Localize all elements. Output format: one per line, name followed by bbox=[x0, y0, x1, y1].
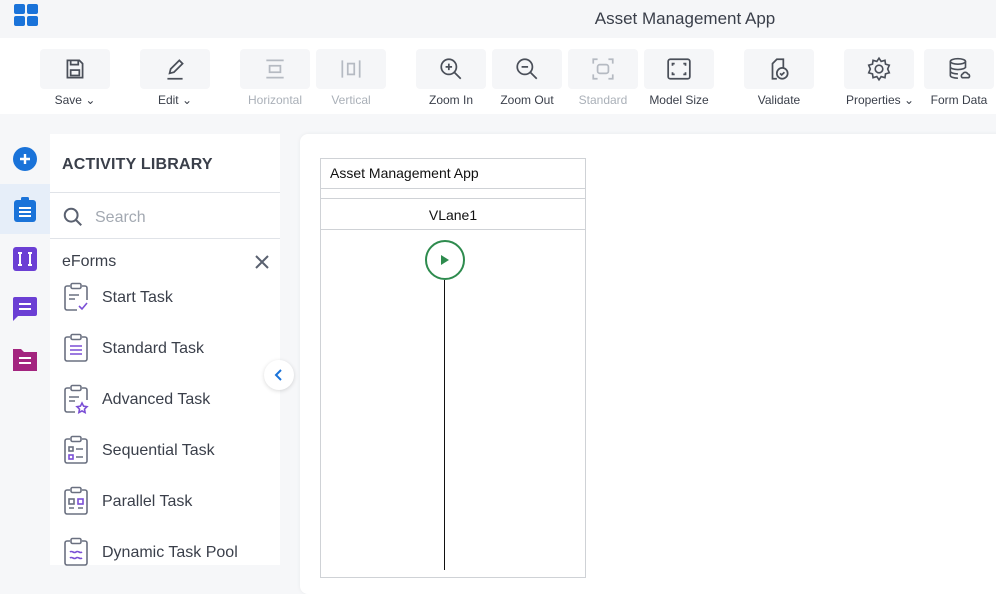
lane-title[interactable]: VLane1 bbox=[321, 199, 585, 230]
folder-icon bbox=[13, 349, 37, 371]
vertical-button[interactable]: Vertical bbox=[316, 49, 386, 107]
zoom-in-icon bbox=[440, 58, 462, 80]
edit-button[interactable]: Edit ⌄ bbox=[140, 49, 210, 107]
pool-title: Asset Management App bbox=[321, 159, 585, 189]
properties-button[interactable]: Properties ⌄ bbox=[844, 49, 916, 107]
rail-add-button[interactable] bbox=[0, 134, 50, 184]
validate-icon bbox=[771, 58, 789, 80]
standard-task-icon bbox=[64, 333, 88, 362]
chat-icon bbox=[13, 297, 37, 321]
validate-button[interactable]: Validate bbox=[744, 49, 814, 107]
library-item-start-task[interactable]: Start Task bbox=[62, 282, 272, 316]
form-data-button[interactable]: Form Data bbox=[924, 49, 994, 107]
play-icon bbox=[441, 255, 449, 265]
dynamic-task-pool-icon bbox=[64, 537, 88, 566]
rail-activity-library-button[interactable] bbox=[0, 184, 50, 234]
database-icon bbox=[949, 57, 971, 80]
standard-icon bbox=[592, 58, 614, 80]
sequence-flow-line bbox=[444, 280, 445, 570]
advanced-task-icon bbox=[64, 384, 89, 414]
rail-text-field-button[interactable] bbox=[0, 234, 50, 284]
library-item-advanced-task[interactable]: Advanced Task bbox=[62, 384, 272, 418]
search-icon bbox=[63, 207, 82, 226]
zoom-out-button[interactable]: Zoom Out bbox=[492, 49, 562, 107]
parallel-task-icon bbox=[64, 486, 88, 515]
save-button[interactable]: Save ⌄ bbox=[40, 49, 110, 107]
edit-icon bbox=[167, 59, 184, 80]
vertical-icon bbox=[341, 60, 361, 78]
toolbar: Save ⌄ Edit ⌄ Horizontal Vertical Zoom I… bbox=[0, 38, 996, 114]
gear-icon bbox=[867, 56, 891, 82]
activity-library-panel: ACTIVITY LIBRARY Search eForms Start Tas… bbox=[50, 134, 280, 566]
rail-documents-button[interactable] bbox=[0, 334, 50, 384]
start-task-icon bbox=[64, 282, 88, 311]
model-size-button[interactable]: Model Size bbox=[644, 49, 714, 107]
zoom-out-icon bbox=[516, 58, 538, 80]
library-title: ACTIVITY LIBRARY bbox=[62, 156, 213, 173]
horizontal-icon bbox=[266, 59, 284, 79]
close-icon[interactable] bbox=[255, 255, 269, 269]
search-input[interactable]: Search bbox=[62, 206, 272, 230]
collapse-panel-button[interactable] bbox=[264, 360, 294, 390]
library-item-parallel-task[interactable]: Parallel Task bbox=[62, 486, 272, 520]
top-bar: Asset Management App bbox=[0, 0, 996, 38]
divider bbox=[50, 238, 280, 239]
standard-button[interactable]: Standard bbox=[568, 49, 638, 107]
chevron-left-icon bbox=[274, 369, 282, 381]
plus-circle-icon bbox=[13, 147, 37, 171]
start-event[interactable] bbox=[425, 240, 465, 280]
clipboard-icon bbox=[14, 197, 36, 222]
left-rail bbox=[0, 134, 50, 565]
divider bbox=[50, 192, 280, 193]
save-icon bbox=[66, 59, 84, 79]
model-size-icon bbox=[667, 58, 691, 80]
process-pool[interactable]: Asset Management App VLane1 bbox=[320, 158, 586, 578]
category-label: eForms bbox=[62, 253, 117, 270]
chevron-down-icon: ⌄ bbox=[181, 93, 193, 107]
pool-header-gap bbox=[321, 189, 585, 199]
library-item-sequential-task[interactable]: Sequential Task bbox=[62, 435, 272, 469]
sequential-task-icon bbox=[64, 435, 88, 464]
rail-comments-button[interactable] bbox=[0, 284, 50, 334]
library-item-dynamic-task-pool[interactable]: Dynamic Task Pool bbox=[62, 537, 272, 571]
horizontal-button[interactable]: Horizontal bbox=[240, 49, 310, 107]
library-item-standard-task[interactable]: Standard Task bbox=[62, 333, 272, 367]
chevron-down-icon: ⌄ bbox=[903, 93, 915, 107]
text-field-icon bbox=[13, 247, 37, 271]
chevron-down-icon: ⌄ bbox=[85, 93, 96, 107]
app-title: Asset Management App bbox=[594, 9, 776, 28]
zoom-in-button[interactable]: Zoom In bbox=[416, 49, 486, 107]
